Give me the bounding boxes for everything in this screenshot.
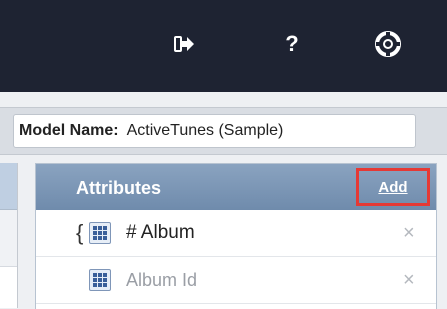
key-brace: { (76, 220, 84, 245)
model-name-box: Model Name: ActiveTunes (Sample) (13, 114, 416, 148)
top-toolbar: ? (0, 0, 447, 92)
attributes-panel: Attributes Add { # Album × Album Id × (35, 163, 437, 309)
table-grid-icon (89, 269, 111, 291)
attribute-row[interactable]: Album Id × (36, 257, 436, 304)
help-icon[interactable]: ? (276, 28, 308, 60)
add-attribute-button[interactable]: Add (356, 168, 430, 206)
attribute-row[interactable]: { # Album × (36, 210, 436, 257)
exit-icon[interactable] (168, 28, 200, 60)
attributes-title: Attributes (76, 178, 161, 198)
model-name-value: ActiveTunes (Sample) (126, 122, 284, 139)
support-lifebuoy-icon[interactable] (372, 28, 404, 60)
model-name-label: Model Name: (19, 122, 119, 139)
model-bar: Model Name: ActiveTunes (Sample) (0, 107, 447, 155)
left-panel-header (0, 163, 17, 210)
left-panel-edge (0, 163, 18, 308)
attributes-header: Attributes Add (36, 164, 436, 210)
delete-icon[interactable]: × (403, 269, 415, 292)
attribute-name: Album Id (126, 269, 198, 290)
table-grid-icon (89, 222, 111, 244)
attribute-name: # Album (126, 222, 195, 243)
left-panel-row (0, 210, 17, 267)
delete-icon[interactable]: × (403, 222, 415, 245)
